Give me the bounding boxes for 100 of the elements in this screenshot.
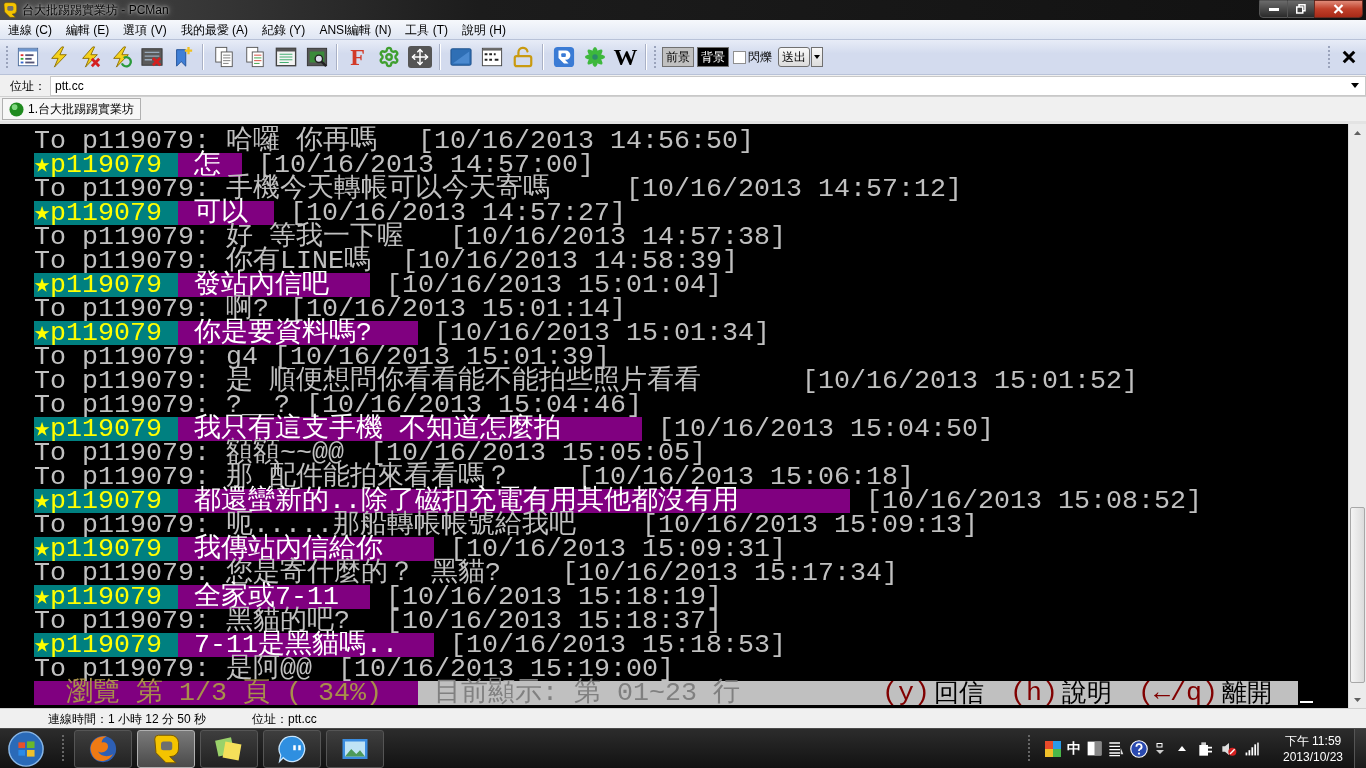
minimize-icon: [1268, 7, 1279, 11]
caret-down-icon: [814, 55, 820, 59]
signal-bars-icon: [1244, 741, 1260, 756]
app-logo-icon: [151, 733, 181, 764]
copy-icon: [212, 46, 235, 68]
clock-time: 下午 11:59: [1284, 732, 1342, 749]
key-label: (y): [882, 681, 930, 705]
timestamp: [10/16/2013 15:01:52]: [802, 369, 1138, 393]
pages-icon: [243, 46, 266, 68]
sender-label: ★p119079: [34, 537, 178, 561]
color-grid-icon: [1045, 740, 1061, 757]
window-title: 台大批踢踢實業坊 - PCMan: [22, 1, 169, 19]
window-text-icon: [274, 46, 297, 68]
menu-item[interactable]: 紀錄 (Y): [255, 20, 313, 39]
menu-item[interactable]: 編輯 (E): [59, 20, 117, 39]
menu-item[interactable]: 說明 (H): [455, 20, 514, 39]
caret-down-icon: [1351, 83, 1359, 88]
grip-icon: [1328, 45, 1331, 69]
menu-item[interactable]: 選項 (V): [116, 20, 174, 39]
sender-label: ★p119079: [34, 633, 178, 657]
sender-label: ★p119079: [34, 585, 178, 609]
grip-icon: [61, 733, 65, 764]
caret-up-icon: [1354, 130, 1361, 135]
text-cursor-icon: [1300, 701, 1313, 703]
fox-globe-icon: [88, 733, 118, 764]
move-arrows-icon: [407, 46, 432, 68]
caret-down-icon: [1354, 697, 1361, 702]
color-button[interactable]: 前景: [662, 47, 694, 67]
sender-label: ★p119079: [34, 417, 178, 441]
gear-icon: [377, 46, 400, 68]
timestamp: [10/16/2013 14:57:38]: [450, 225, 786, 249]
plug-icon: [1198, 740, 1214, 757]
checkbox[interactable]: [733, 50, 746, 64]
timestamp: [10/16/2013 14:57:12]: [626, 177, 962, 201]
ime-indicator[interactable]: 中: [1067, 738, 1081, 759]
key-label: (←/q): [1138, 681, 1218, 705]
menu-item[interactable]: 工具 (T): [398, 20, 456, 39]
sender-label: ★p119079: [34, 321, 178, 345]
taskbar-button[interactable]: [74, 729, 132, 768]
timestamp: [10/16/2013 14:58:39]: [402, 249, 738, 273]
send-button[interactable]: 送出: [778, 47, 810, 67]
sender-label: ★p119079: [34, 489, 178, 513]
recipient-label: To p119079:: [34, 441, 210, 465]
tab[interactable]: 1.台大批踢踢實業坊: [2, 98, 141, 120]
padlock-icon: [511, 46, 534, 68]
screen-icon: [449, 46, 472, 68]
recipient-label: To p119079:: [34, 225, 210, 249]
recipient-label: To p119079:: [34, 609, 210, 633]
taskbar-button[interactable]: [200, 729, 258, 768]
grip-icon: [1028, 733, 1031, 764]
minimize-button[interactable]: [1259, 0, 1288, 18]
timestamp: [10/16/2013 15:08:52]: [866, 489, 1202, 513]
recipient-label: To p119079:: [34, 369, 210, 393]
speaker-muted-icon: [1220, 740, 1238, 757]
taskbar-button[interactable]: [263, 729, 321, 768]
ball-icon: [9, 101, 24, 117]
key-action: 離開: [1222, 681, 1272, 705]
close-button[interactable]: [1314, 0, 1363, 18]
recipient-label: To p119079:: [34, 345, 210, 369]
key-action: 回信: [934, 681, 984, 705]
key-label: (h): [1010, 681, 1058, 705]
address-label: 位址：: [9, 77, 47, 95]
sender-label: ★p119079: [34, 153, 178, 177]
key-action: 說明: [1062, 681, 1112, 705]
close-icon: [1342, 50, 1356, 64]
dropdown-button[interactable]: [811, 47, 823, 67]
timestamp: [10/16/2013 14:56:50]: [418, 129, 754, 153]
chat-face-icon: [277, 733, 307, 764]
caret-up-icon: [1178, 746, 1186, 751]
taskbar-button[interactable]: [326, 729, 384, 768]
window-list-icon: [16, 46, 39, 68]
timestamp: [10/16/2013 15:04:50]: [658, 417, 994, 441]
help-icon: [1130, 739, 1148, 758]
document-lines-icon: [1108, 740, 1124, 757]
restore-icon: [1296, 4, 1306, 14]
menu-item[interactable]: 連線 (C): [1, 20, 59, 39]
menu-item[interactable]: 我的最愛 (A): [173, 20, 256, 39]
timestamp: [10/16/2013 15:01:04]: [386, 273, 722, 297]
flower-icon: [583, 46, 606, 68]
sender-label: ★p119079: [34, 201, 178, 225]
close-icon: [1333, 4, 1344, 14]
connection-time: 連線時間：1 小時 12 分 50 秒: [48, 710, 207, 728]
restore-button[interactable]: [1288, 0, 1314, 18]
color-button[interactable]: 背景: [697, 47, 729, 67]
window-x-icon: [140, 46, 163, 68]
address-field[interactable]: ptt.cc: [50, 75, 1366, 96]
scroll-thumb[interactable]: [1350, 507, 1365, 683]
status-address: 位址：ptt.cc: [252, 710, 317, 728]
timestamp: [10/16/2013 15:09:13]: [642, 513, 978, 537]
p-logo-icon: [552, 46, 575, 68]
timestamp: [10/16/2013 15:18:53]: [450, 633, 786, 657]
clock-date: 2013/10/23: [1282, 748, 1344, 765]
half-square-icon: [1087, 741, 1102, 756]
menu-item[interactable]: ANSI編輯 (N): [312, 20, 399, 39]
app-logo-icon: [2, 2, 18, 18]
grip-icon: [654, 45, 657, 69]
window-swap-icon: [1154, 740, 1166, 757]
w-letter-button[interactable]: W: [610, 43, 641, 71]
timestamp: [10/16/2013 15:18:19]: [386, 585, 722, 609]
taskbar-button[interactable]: [137, 729, 195, 768]
